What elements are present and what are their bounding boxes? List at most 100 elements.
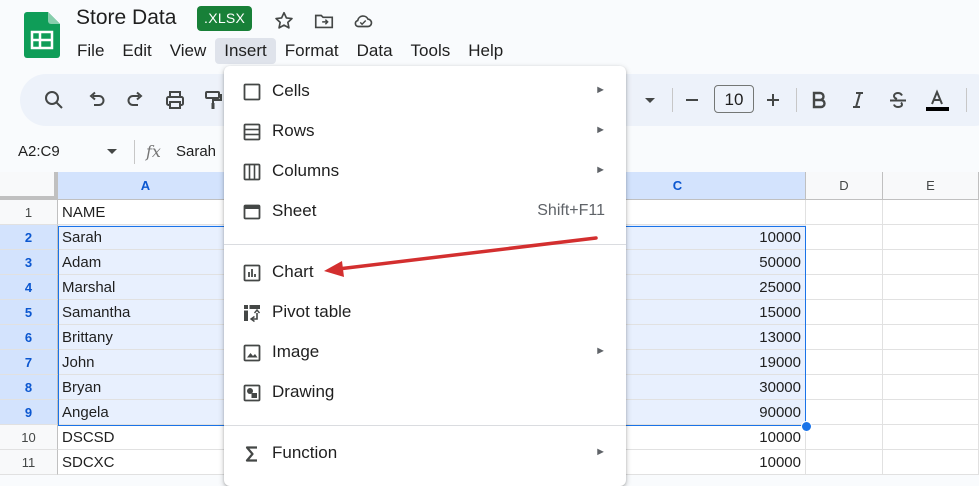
row-header[interactable]: 9 (0, 400, 58, 425)
image-icon (243, 344, 261, 362)
pivot-table-icon (244, 305, 261, 323)
row-header[interactable]: 3 (0, 250, 58, 275)
row-header[interactable]: 5 (0, 300, 58, 325)
row-header[interactable]: 4 (0, 275, 58, 300)
select-all-corner[interactable] (0, 172, 58, 200)
row-header[interactable]: 10 (0, 425, 58, 450)
star-icon[interactable] (273, 10, 295, 32)
insert-menu-label: Function (272, 443, 338, 462)
columns-icon (243, 163, 261, 181)
menu-format[interactable]: Format (276, 38, 348, 64)
italic-icon[interactable] (846, 88, 870, 112)
move-folder-icon[interactable] (313, 10, 335, 32)
row-header[interactable]: 2 (0, 225, 58, 250)
cell-d10[interactable] (806, 425, 883, 450)
formula-input[interactable]: Sarah (176, 143, 216, 160)
cell-e2[interactable] (883, 225, 979, 250)
paint-format-icon[interactable] (201, 88, 225, 112)
menu-file[interactable]: File (68, 38, 113, 64)
cell-a6[interactable]: Brittany (58, 325, 234, 350)
cell-a2[interactable]: Sarah (58, 225, 234, 250)
menu-data[interactable]: Data (348, 38, 402, 64)
fill-handle[interactable] (801, 421, 812, 432)
cell-a9[interactable]: Angela (58, 400, 234, 425)
cell-e6[interactable] (883, 325, 979, 350)
toolbar-separator (796, 88, 797, 112)
cell-e5[interactable] (883, 300, 979, 325)
cell-d5[interactable] (806, 300, 883, 325)
column-header-a[interactable]: A (58, 172, 234, 200)
cell-d9[interactable] (806, 400, 883, 425)
submenu-arrow-icon: ► (595, 84, 606, 96)
cloud-saved-icon[interactable] (352, 10, 374, 32)
shortcut-label: Shift+F11 (537, 202, 605, 219)
cell-d2[interactable] (806, 225, 883, 250)
insert-menu-item-cells[interactable]: Cells ► (224, 74, 626, 110)
font-dropdown-arrow-icon[interactable] (638, 88, 662, 112)
cell-d1[interactable] (806, 200, 883, 225)
column-header-d[interactable]: D (806, 172, 883, 200)
cell-a5[interactable]: Samantha (58, 300, 234, 325)
cell-a11[interactable]: SDCXC (58, 450, 234, 475)
column-header-e[interactable]: E (883, 172, 979, 200)
cell-e9[interactable] (883, 400, 979, 425)
cell-e1[interactable] (883, 200, 979, 225)
row-header[interactable]: 7 (0, 350, 58, 375)
cell-d11[interactable] (806, 450, 883, 475)
redo-icon[interactable] (124, 88, 148, 112)
sheets-logo-icon[interactable] (24, 12, 60, 58)
cell-e4[interactable] (883, 275, 979, 300)
row-header[interactable]: 11 (0, 450, 58, 475)
cell-a8[interactable]: Bryan (58, 375, 234, 400)
cell-d4[interactable] (806, 275, 883, 300)
cell-a10[interactable]: DSCSD (58, 425, 234, 450)
name-box-dropdown-icon[interactable] (104, 143, 120, 159)
insert-menu-item-rows[interactable]: Rows ► (224, 114, 626, 150)
cell-e11[interactable] (883, 450, 979, 475)
undo-icon[interactable] (84, 88, 108, 112)
drawing-icon (243, 384, 261, 402)
cell-a7[interactable]: John (58, 350, 234, 375)
cell-e7[interactable] (883, 350, 979, 375)
insert-menu-item-image[interactable]: Image ► (224, 335, 626, 371)
bold-icon[interactable] (807, 88, 831, 112)
insert-menu-label: Chart (272, 262, 314, 281)
insert-menu-item-sheet[interactable]: Sheet Shift+F11 (224, 194, 626, 230)
cell-a1[interactable]: NAME (58, 200, 234, 225)
row-header[interactable]: 8 (0, 375, 58, 400)
row-header[interactable]: 1 (0, 200, 58, 225)
insert-menu-item-function[interactable]: Function ► (224, 436, 626, 472)
document-title[interactable]: Store Data (76, 6, 176, 30)
menu-help[interactable]: Help (459, 38, 512, 64)
cell-d8[interactable] (806, 375, 883, 400)
cell-d7[interactable] (806, 350, 883, 375)
menu-insert[interactable]: Insert (215, 38, 276, 64)
submenu-arrow-icon: ► (595, 164, 606, 176)
print-icon[interactable] (163, 88, 187, 112)
cell-a3[interactable]: Adam (58, 250, 234, 275)
cell-e3[interactable] (883, 250, 979, 275)
menu-edit[interactable]: Edit (113, 38, 160, 64)
cell-e8[interactable] (883, 375, 979, 400)
decrease-font-size-icon[interactable] (680, 88, 704, 112)
cell-a4[interactable]: Marshal (58, 275, 234, 300)
insert-menu-item-drawing[interactable]: Drawing (224, 375, 626, 411)
name-box[interactable]: A2:C9 (18, 143, 60, 160)
font-size-input[interactable]: 10 (714, 85, 754, 113)
menu-divider (224, 425, 626, 426)
file-format-badge[interactable]: .XLSX (197, 6, 253, 31)
menu-view[interactable]: View (161, 38, 216, 64)
insert-menu-item-columns[interactable]: Columns ► (224, 154, 626, 190)
search-icon[interactable] (42, 88, 66, 112)
strikethrough-icon[interactable] (886, 88, 910, 112)
menu-tools[interactable]: Tools (402, 38, 460, 64)
text-color-icon[interactable] (925, 88, 949, 112)
insert-menu-item-pivot-table[interactable]: Pivot table (224, 295, 626, 331)
function-icon (245, 446, 257, 462)
cell-d6[interactable] (806, 325, 883, 350)
fx-icon: fx (146, 142, 161, 161)
cell-d3[interactable] (806, 250, 883, 275)
cell-e10[interactable] (883, 425, 979, 450)
increase-font-size-icon[interactable] (761, 88, 785, 112)
row-header[interactable]: 6 (0, 325, 58, 350)
